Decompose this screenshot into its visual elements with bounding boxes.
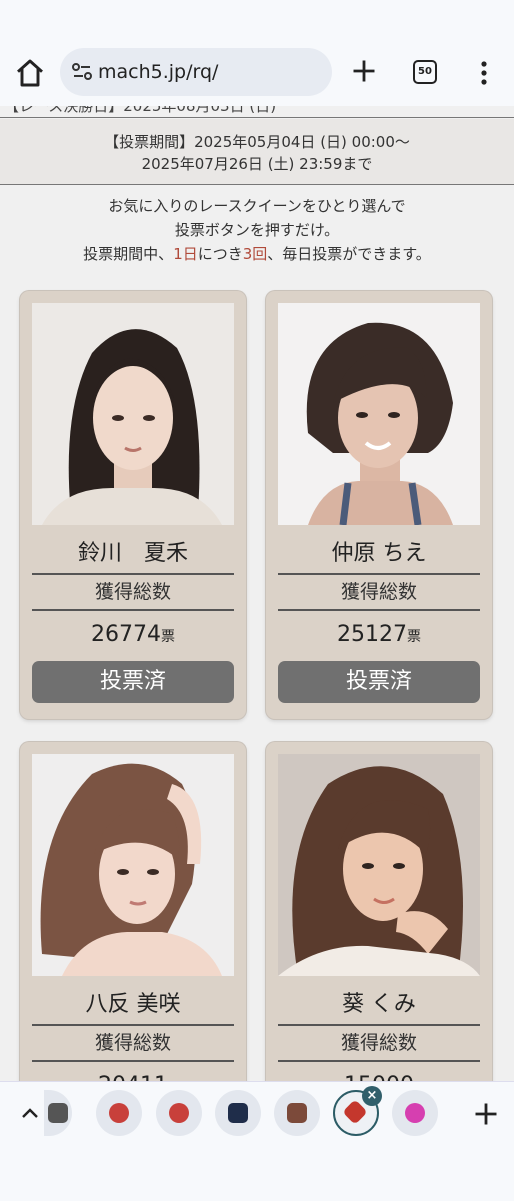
tab-switcher-button[interactable]: 50	[413, 60, 437, 84]
race-date: 【レース決勝日】2025年08月03日 (日)	[0, 106, 514, 118]
vote-count: 20411	[32, 1066, 234, 1081]
vote-count: 25127票	[337, 622, 421, 647]
tab-thumbnail[interactable]	[215, 1090, 261, 1136]
candidate-name: 八反 美咲	[32, 986, 234, 1026]
intro-line-3: 投票期間中、1日につき3回、毎日投票ができます。	[83, 245, 431, 263]
candidate-card: 鈴川 夏禾 獲得総数 26774票 投票済	[20, 291, 246, 719]
candidate-card: 葵 くみ 獲得総数 15000	[266, 742, 492, 1081]
candidate-photo	[278, 754, 480, 976]
more-vert-icon[interactable]	[474, 59, 494, 87]
tab-thumbnail[interactable]	[274, 1090, 320, 1136]
home-icon[interactable]	[14, 57, 46, 89]
intro-line-1: お気に入りのレースクイーンをひとり選んで	[108, 197, 406, 215]
period-line-2: 2025年07月26日 (土) 23:59まで	[141, 155, 373, 173]
tab-strip: ×	[0, 1081, 514, 1201]
tab-thumbnail[interactable]	[156, 1090, 202, 1136]
close-tab-icon[interactable]: ×	[362, 1086, 382, 1106]
candidate-photo	[278, 303, 480, 525]
candidate-photo	[32, 754, 234, 976]
intro-text: お気に入りのレースクイーンをひとり選んで 投票ボタンを押すだけ。 投票期間中、1…	[0, 194, 514, 266]
total-label: 獲得総数	[32, 1026, 234, 1062]
url-text[interactable]: mach5.jp/rq/	[98, 60, 218, 84]
candidate-card: 八反 美咲 獲得総数 20411	[20, 742, 246, 1081]
tab-thumbnail[interactable]	[96, 1090, 142, 1136]
vote-count: 26774票	[91, 622, 175, 647]
page-content: 【レース決勝日】2025年08月03日 (日) 【投票期間】2025年05月04…	[0, 106, 514, 1081]
total-label: 獲得総数	[278, 575, 480, 611]
candidate-name: 仲原 ちえ	[278, 535, 480, 575]
plus-icon[interactable]	[472, 1100, 500, 1128]
period-line-1: 【投票期間】2025年05月04日 (日) 00:00～	[104, 133, 410, 151]
site-settings-icon[interactable]	[70, 60, 94, 84]
candidate-card: 仲原 ちえ 獲得総数 25127票 投票済	[266, 291, 492, 719]
candidate-photo	[32, 303, 234, 525]
voted-button[interactable]: 投票済	[32, 661, 234, 703]
candidate-name: 鈴川 夏禾	[32, 535, 234, 575]
intro-line-2: 投票ボタンを押すだけ。	[174, 221, 340, 239]
address-bar[interactable]: mach5.jp/rq/	[60, 48, 332, 96]
tab-thumbnail[interactable]	[392, 1090, 438, 1136]
vote-count: 15000	[278, 1066, 480, 1081]
browser-toolbar: mach5.jp/rq/ 50	[0, 40, 514, 106]
candidate-name: 葵 くみ	[278, 986, 480, 1026]
total-label: 獲得総数	[32, 575, 234, 611]
status-bar	[0, 0, 514, 40]
tab-thumbnail[interactable]	[44, 1090, 72, 1136]
voting-period: 【投票期間】2025年05月04日 (日) 00:00～ 2025年07月26日…	[0, 119, 514, 185]
new-tab-icon[interactable]	[350, 57, 378, 85]
chevron-up-icon[interactable]	[18, 1102, 42, 1126]
voted-button[interactable]: 投票済	[278, 661, 480, 703]
total-label: 獲得総数	[278, 1026, 480, 1062]
